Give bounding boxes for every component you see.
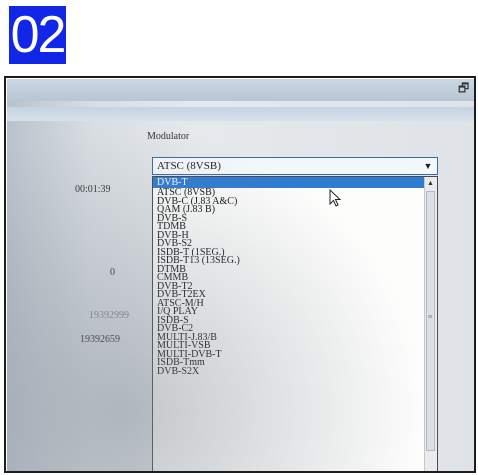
window-title-bar: 🗗 [7, 79, 476, 101]
slide-number-badge: 02 [9, 6, 66, 64]
slide-header: 02 [0, 0, 478, 73]
modulator-select[interactable]: ATSC (8VSB) ▼ [152, 157, 438, 175]
modulator-option[interactable]: DVB-H [153, 230, 437, 239]
scrollbar-thumb[interactable]: ≡ [426, 191, 435, 451]
modulator-dropdown-list[interactable]: DVB-T ATSC (8VSB) DVB-C (J.83 A&C) QAM (J.8… [152, 176, 438, 471]
modulator-option[interactable]: ISDB-T13 (13SEG.) [153, 256, 437, 265]
counter-value-2: 19392659 [80, 334, 120, 345]
dropdown-options: DVB-T ATSC (8VSB) DVB-C (J.83 A&C) QAM (J.8… [153, 177, 437, 376]
chevron-down-icon[interactable]: ▼ [419, 158, 437, 174]
modulator-option[interactable]: TDMB [153, 222, 437, 231]
modulator-option[interactable]: QAM (J.83 B) [153, 205, 437, 214]
restore-window-icon[interactable]: 🗗 [458, 82, 470, 94]
toolbar-strip [7, 107, 476, 121]
mouse-pointer-icon [329, 189, 342, 207]
elapsed-time: 00:01:39 [75, 184, 111, 195]
dropdown-scrollbar[interactable]: ▲ ≡ [424, 177, 437, 471]
modulator-option[interactable]: DVB-S2X [153, 366, 437, 375]
scroll-up-icon[interactable]: ▲ [427, 179, 434, 187]
modulator-option[interactable]: I/Q PLAY [153, 307, 437, 316]
counter-value-1: 19392999 [89, 310, 129, 321]
screen-photo: 🗗 00:01:39 0 19392999 19392659 Modulator… [7, 79, 476, 471]
left-info-panel: 00:01:39 0 19392999 19392659 [7, 121, 135, 471]
counter-zero: 0 [110, 267, 115, 278]
modulator-option[interactable]: CMMB [153, 273, 437, 282]
modulator-selected-value: ATSC (8VSB) [157, 160, 221, 172]
grip-icon: ≡ [428, 312, 433, 321]
modulator-label: Modulator [147, 131, 190, 142]
